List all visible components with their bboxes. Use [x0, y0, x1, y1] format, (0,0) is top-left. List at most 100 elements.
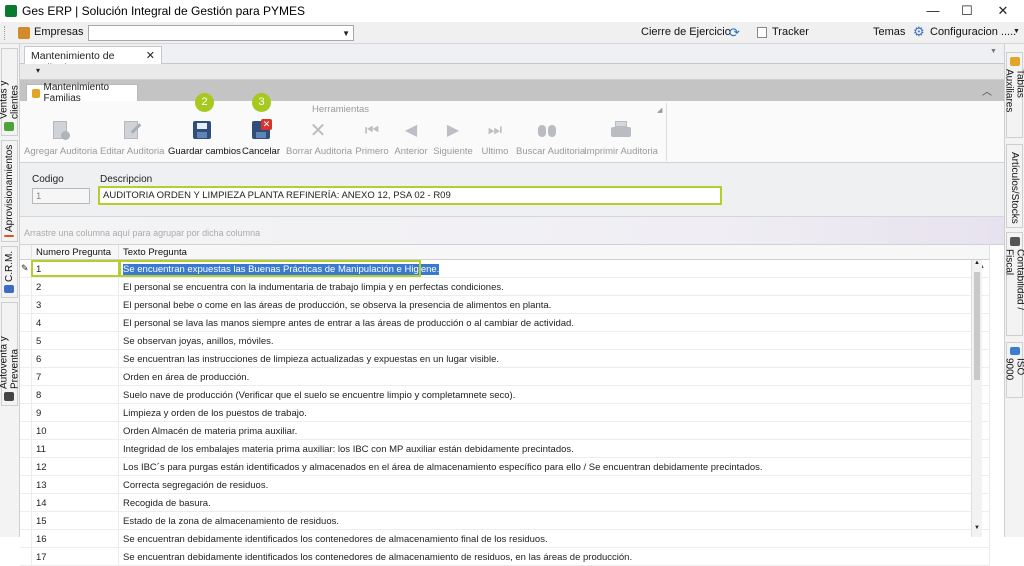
group-by-panel[interactable]: Arrastre una columna aquí para agrupar p…: [20, 217, 1004, 245]
numero-pregunta-cell[interactable]: 2: [32, 278, 119, 296]
table-row[interactable]: 2El personal se encuentra con la indumen…: [20, 278, 990, 296]
table-row[interactable]: 4El personal se lava las manos siempre a…: [20, 314, 990, 332]
borrar-auditoria-button[interactable]: ✕ Borrar Auditoria: [286, 119, 350, 161]
scroll-down-icon[interactable]: ▼: [974, 525, 980, 531]
numero-pregunta-cell[interactable]: 15: [32, 512, 119, 530]
table-row[interactable]: 12Los IBC´s para purgas están identifica…: [20, 458, 990, 476]
codigo-field[interactable]: 1: [32, 188, 90, 204]
numero-pregunta-cell[interactable]: 14: [32, 494, 119, 512]
texto-pregunta-cell[interactable]: Se encuentran debidamente identificados …: [119, 530, 990, 548]
texto-pregunta-cell[interactable]: El personal bebe o come en las áreas de …: [119, 296, 990, 314]
texto-pregunta-cell[interactable]: Correcta segregación de residuos.: [119, 476, 990, 494]
table-row[interactable]: 7Orden en área de producción.: [20, 368, 990, 386]
temas-menu[interactable]: Temas: [873, 26, 905, 38]
numero-pregunta-cell[interactable]: 3: [32, 296, 119, 314]
anterior-button[interactable]: ◀ Anterior: [394, 119, 428, 161]
cierre-ejercicio-menu[interactable]: Cierre de Ejercicio: [641, 26, 731, 38]
numero-pregunta-cell[interactable]: 6: [32, 350, 119, 368]
side-tab-tablas-auxiliares[interactable]: Tablas Auxiliares: [1006, 52, 1023, 138]
numero-pregunta-cell[interactable]: 11: [32, 440, 119, 458]
texto-pregunta-cell[interactable]: El personal se lava las manos siempre an…: [119, 314, 990, 332]
side-tab-iso9000[interactable]: ISO 9000: [1006, 342, 1023, 398]
vertical-scrollbar[interactable]: ▲ ▼: [971, 260, 982, 537]
table-row[interactable]: 13Correcta segregación de residuos.: [20, 476, 990, 494]
side-tab-contabilidad[interactable]: Contabilidad / Fiscal: [1006, 232, 1023, 336]
numero-pregunta-cell[interactable]: 17: [32, 548, 119, 566]
table-row[interactable]: 3El personal bebe o come en las áreas de…: [20, 296, 990, 314]
table-row[interactable]: 14Recogida de basura.: [20, 494, 990, 512]
configuracion-menu[interactable]: Configuracion .....: [930, 26, 1016, 38]
texto-pregunta-cell[interactable]: Recogida de basura.: [119, 494, 990, 512]
scrollbar-thumb[interactable]: [974, 272, 980, 380]
table-row[interactable]: 8Suelo nave de producción (Verificar que…: [20, 386, 990, 404]
row-indicator: [20, 332, 32, 350]
printer-icon: [610, 121, 632, 141]
texto-pregunta-cell[interactable]: El personal se encuentra con la indument…: [119, 278, 990, 296]
editar-auditoria-button[interactable]: Editar Auditoria: [100, 119, 162, 161]
numero-pregunta-cell[interactable]: 5: [32, 332, 119, 350]
chevron-down-icon[interactable]: ▾: [36, 66, 40, 75]
scroll-up-icon[interactable]: ▲: [974, 260, 980, 266]
tracker-menu[interactable]: Tracker: [772, 26, 809, 38]
table-row[interactable]: 16Se encuentran debidamente identificado…: [20, 530, 990, 548]
table-row[interactable]: 9Limpieza y orden de los puestos de trab…: [20, 404, 990, 422]
table-row[interactable]: 11Integridad de los embalajes materia pr…: [20, 440, 990, 458]
side-tab-crm[interactable]: C.R.M.: [1, 246, 18, 298]
buscar-auditoria-button[interactable]: Buscar Auditoria: [516, 119, 578, 161]
table-row[interactable]: 17Se encuentran debidamente identificado…: [20, 548, 990, 566]
table-row[interactable]: 6Se encuentran las instrucciones de limp…: [20, 350, 990, 368]
numero-pregunta-cell[interactable]: 13: [32, 476, 119, 494]
delete-icon: ✕: [307, 121, 329, 141]
empresas-menu[interactable]: Empresas: [34, 26, 84, 38]
side-tab-articulos[interactable]: Artículos/Stocks: [1006, 144, 1023, 228]
column-header-texto[interactable]: Texto Pregunta: [119, 245, 990, 260]
minimize-button[interactable]: —: [916, 0, 950, 22]
grid-body: ✎1Se encuentran expuestas las Buenas Prá…: [20, 260, 990, 537]
maximize-button[interactable]: ☐: [950, 0, 984, 22]
side-tab-aprovisionamientos[interactable]: Aprovisionamientos: [1, 140, 18, 242]
descripcion-field[interactable]: AUDITORIA ORDEN Y LIMPIEZA PLANTA REFINE…: [98, 186, 722, 205]
texto-pregunta-cell[interactable]: Se observan joyas, anillos, móviles.: [119, 332, 990, 350]
side-tab-ventas[interactable]: Ventas y clientes: [1, 48, 18, 136]
texto-pregunta-cell[interactable]: Suelo nave de producción (Verificar que …: [119, 386, 990, 404]
texto-pregunta-cell[interactable]: Limpieza y orden de los puestos de traba…: [119, 404, 990, 422]
close-icon[interactable]: ✕: [146, 49, 155, 62]
refresh-icon[interactable]: ⟳: [729, 25, 740, 41]
table-row[interactable]: 15Estado de la zona de almacenamiento de…: [20, 512, 990, 530]
numero-pregunta-cell[interactable]: 12: [32, 458, 119, 476]
siguiente-button[interactable]: ▶ Siguiente: [433, 119, 473, 161]
texto-pregunta-cell[interactable]: Orden Almacén de materia prima auxiliar.: [119, 422, 990, 440]
numero-pregunta-cell[interactable]: 9: [32, 404, 119, 422]
table-row[interactable]: 5Se observan joyas, anillos, móviles.: [20, 332, 990, 350]
texto-pregunta-cell[interactable]: Se encuentran las instrucciones de limpi…: [119, 350, 990, 368]
primero-button[interactable]: ⏮ Primero: [354, 119, 390, 161]
texto-pregunta-cell[interactable]: Orden en área de producción.: [119, 368, 990, 386]
table-row[interactable]: 10Orden Almacén de materia prima auxilia…: [20, 422, 990, 440]
tab-mantenimiento-auditorias[interactable]: Mantenimiento de Auditorias ✕: [24, 46, 162, 64]
side-tab-autoventa[interactable]: Autoventa y Preventa: [1, 302, 18, 406]
close-button[interactable]: ✕: [986, 0, 1020, 22]
ultimo-button[interactable]: ⏭ Ultimo: [478, 119, 512, 161]
group-expand-icon[interactable]: ◢: [657, 106, 662, 114]
texto-pregunta-cell[interactable]: Estado de la zona de almacenamiento de r…: [119, 512, 990, 530]
numero-pregunta-cell[interactable]: 8: [32, 386, 119, 404]
collapse-ribbon-icon[interactable]: ︿: [982, 83, 992, 98]
side-tab-label: ISO 9000: [1004, 358, 1024, 393]
numero-pregunta-cell[interactable]: 10: [32, 422, 119, 440]
chevron-down-icon[interactable]: ▼: [1013, 28, 1020, 35]
agregar-auditoria-button[interactable]: Agregar Auditoria: [24, 119, 96, 161]
tablas-icon: [1010, 57, 1020, 66]
texto-pregunta-cell[interactable]: Se encuentran debidamente identificados …: [119, 548, 990, 566]
numero-pregunta-cell[interactable]: 7: [32, 368, 119, 386]
chevron-down-icon[interactable]: ▼: [990, 48, 997, 55]
guardar-cambios-button[interactable]: Guardar cambios: [168, 119, 236, 161]
empresas-combo[interactable]: ▼: [88, 25, 354, 41]
imprimir-auditoria-button[interactable]: Imprimir Auditoria: [584, 119, 658, 161]
tab-mantenimiento-familias[interactable]: Mantenimiento Familias: [26, 84, 138, 101]
numero-pregunta-cell[interactable]: 4: [32, 314, 119, 332]
texto-pregunta-cell[interactable]: Los IBC´s para purgas están identificado…: [119, 458, 990, 476]
cancelar-button[interactable]: ✕ Cancelar: [240, 119, 282, 161]
numero-pregunta-cell[interactable]: 16: [32, 530, 119, 548]
column-header-numero[interactable]: Numero Pregunta: [32, 245, 119, 260]
texto-pregunta-cell[interactable]: Integridad de los embalajes materia prim…: [119, 440, 990, 458]
